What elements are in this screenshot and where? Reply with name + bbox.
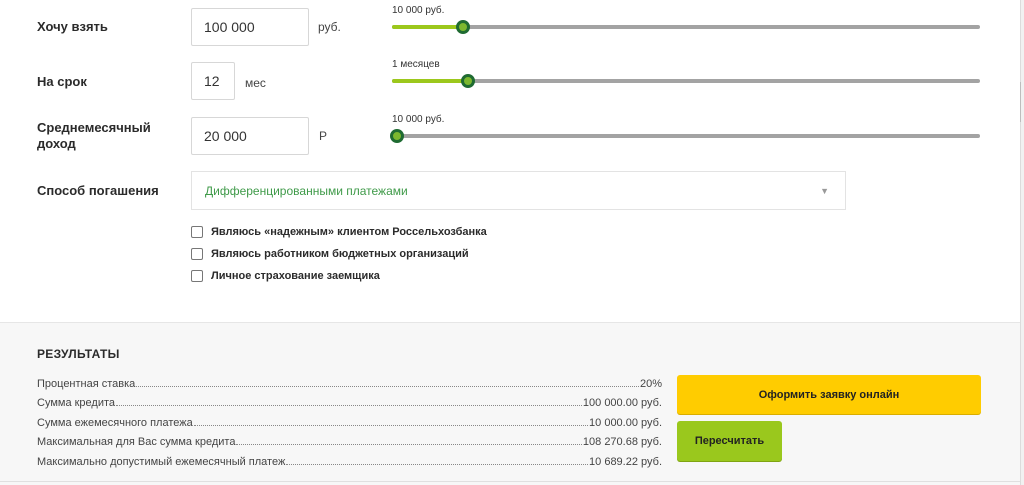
result-row-max-payment: Максимально допустимый ежемесячный плате… xyxy=(37,452,662,468)
amount-slider-handle[interactable] xyxy=(455,20,470,34)
amount-slider[interactable]: 10 000 руб. xyxy=(392,5,980,37)
term-slider-fill xyxy=(392,79,469,83)
result-label: Сумма кредита xyxy=(37,397,116,409)
leader-dots xyxy=(193,425,589,426)
term-slider-handle[interactable] xyxy=(461,74,476,88)
result-row-loan-amount: Сумма кредита 100 000.00 руб. xyxy=(37,393,662,409)
income-unit: Р xyxy=(319,129,328,143)
result-value: 20% xyxy=(639,378,662,390)
income-slider[interactable]: 10 000 руб. xyxy=(390,114,980,146)
checkbox-box[interactable] xyxy=(191,226,203,238)
leader-dots xyxy=(286,464,589,465)
result-row-rate: Процентная ставка 20% xyxy=(37,374,662,390)
result-label: Максимально допустимый ежемесячный плате… xyxy=(37,456,286,468)
repayment-select[interactable]: Дифференцированными платежами ▼ xyxy=(191,171,846,210)
apply-online-button[interactable]: Оформить заявку онлайн xyxy=(677,375,981,414)
amount-slider-fill xyxy=(392,25,463,29)
income-slider-handle[interactable] xyxy=(390,129,404,143)
income-input[interactable]: 20 000 xyxy=(191,117,309,155)
insurance-checkbox[interactable]: Личное страхование заемщика xyxy=(191,268,380,284)
page-scrollbar[interactable] xyxy=(1020,0,1024,485)
repayment-selected-value: Дифференцированными платежами xyxy=(205,184,408,198)
term-label: На срок xyxy=(37,74,87,89)
amount-slider-value: 10 000 руб. xyxy=(392,5,445,16)
checkbox-box[interactable] xyxy=(191,248,203,260)
checkbox-label: Являюсь работником бюджетных организаций xyxy=(211,248,469,260)
income-label: Среднемесячный доход xyxy=(37,120,151,152)
leader-dots xyxy=(236,444,582,445)
leader-dots xyxy=(116,405,582,406)
repayment-label: Способ погашения xyxy=(37,183,159,198)
checkbox-box[interactable] xyxy=(191,270,203,282)
result-value: 108 270.68 руб. xyxy=(582,436,662,448)
chevron-down-icon[interactable]: ▼ xyxy=(820,186,829,196)
result-label: Процентная ставка xyxy=(37,378,136,390)
reliable-client-checkbox[interactable]: Являюсь «надежным» клиентом Россельхозба… xyxy=(191,224,487,240)
income-slider-value: 10 000 руб. xyxy=(392,114,445,125)
income-label-line-2: доход xyxy=(37,136,76,151)
term-slider[interactable]: 1 месяцев xyxy=(392,59,980,91)
checkbox-label: Личное страхование заемщика xyxy=(211,270,380,282)
term-slider-value: 1 месяцев xyxy=(392,59,440,70)
amount-slider-track xyxy=(392,25,980,29)
result-row-monthly-payment: Сумма ежемесячного платежа 10 000.00 руб. xyxy=(37,413,662,429)
result-label: Максимальная для Вас сумма кредита xyxy=(37,436,236,448)
checkbox-label: Являюсь «надежным» клиентом Россельхозба… xyxy=(211,226,487,238)
bottom-border xyxy=(0,481,1020,482)
amount-label: Хочу взять xyxy=(37,19,108,34)
result-value: 100 000.00 руб. xyxy=(582,397,662,409)
result-label: Сумма ежемесячного платежа xyxy=(37,417,193,429)
result-value: 10 689.22 руб. xyxy=(589,456,662,468)
result-row-max-loan: Максимальная для Вас сумма кредита 108 27… xyxy=(37,432,662,448)
term-slider-track xyxy=(392,79,980,83)
term-unit: мес xyxy=(245,76,266,90)
leader-dots xyxy=(136,386,639,387)
results-title: РЕЗУЛЬТАТЫ xyxy=(37,347,120,361)
amount-unit: руб. xyxy=(318,20,341,34)
recalculate-button[interactable]: Пересчитать xyxy=(677,421,782,461)
income-slider-track xyxy=(392,134,980,138)
scrollbar-thumb[interactable] xyxy=(1020,82,1024,122)
income-label-line-1: Среднемесячный xyxy=(37,120,151,135)
term-input[interactable]: 12 xyxy=(191,62,235,100)
budget-employee-checkbox[interactable]: Являюсь работником бюджетных организаций xyxy=(191,246,469,262)
result-value: 10 000.00 руб. xyxy=(589,417,662,429)
amount-input[interactable]: 100 000 xyxy=(191,8,309,46)
